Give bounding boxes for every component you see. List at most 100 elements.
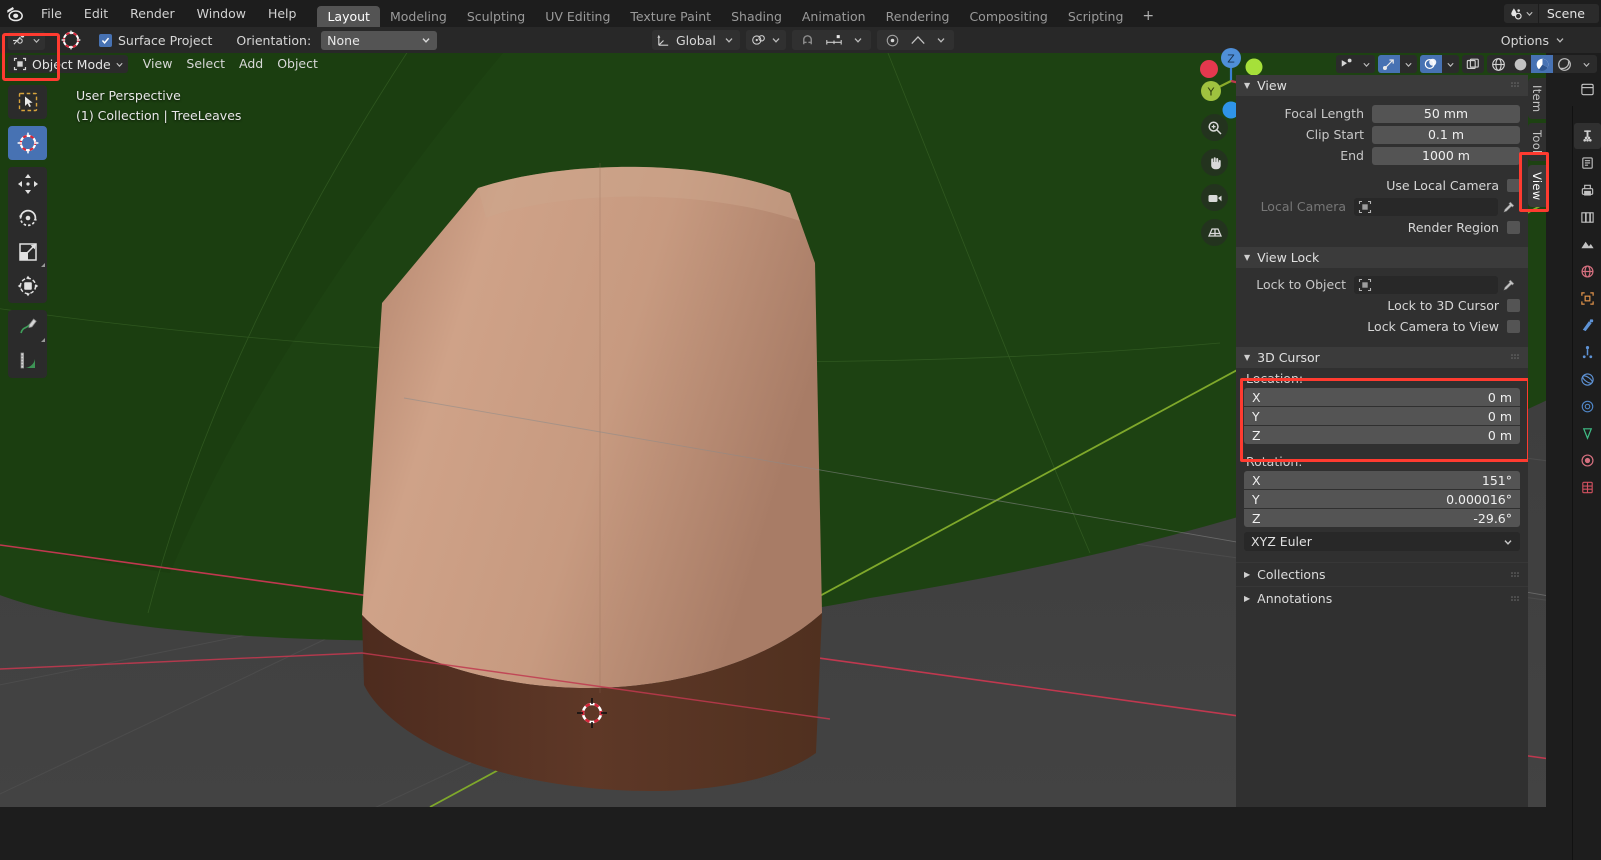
tool-settings-dropdown[interactable] xyxy=(8,30,45,50)
view-layer-properties-tab[interactable] xyxy=(1574,204,1601,230)
chevron-down-icon[interactable] xyxy=(1358,55,1375,73)
particle-properties-tab[interactable] xyxy=(1574,339,1601,365)
modifier-properties-tab[interactable] xyxy=(1574,312,1601,338)
scene-properties-tab[interactable] xyxy=(1574,231,1601,257)
lock-to-3d-cursor-row[interactable]: Lock to 3D Cursor xyxy=(1244,296,1520,315)
shading-mode-group[interactable] xyxy=(1487,55,1597,73)
lock-to-object-row[interactable]: Lock to Object xyxy=(1244,275,1520,294)
annotate-tool[interactable] xyxy=(8,310,47,344)
viewport-menu-add[interactable]: Add xyxy=(232,55,270,73)
tool-properties-tab[interactable] xyxy=(1573,123,1601,149)
proportional-objects-icon[interactable] xyxy=(880,30,905,50)
blender-logo-icon[interactable] xyxy=(0,0,30,27)
workspace-tab-sculpting[interactable]: Sculpting xyxy=(457,6,535,27)
toggle-perspective-icon[interactable] xyxy=(1201,219,1228,246)
focal-length-row[interactable]: Focal Length 50 mm xyxy=(1244,104,1520,123)
viewport-toolbar[interactable] xyxy=(8,85,47,385)
snapping-group[interactable] xyxy=(791,30,871,50)
scene-icon-box[interactable] xyxy=(1503,4,1538,23)
drag-grip-icon[interactable] xyxy=(1511,596,1520,603)
lock-to-object-field[interactable] xyxy=(1354,275,1498,294)
sidebar-section-view[interactable]: ▼ View xyxy=(1236,75,1528,96)
rotate-tool[interactable] xyxy=(8,201,47,235)
clip-start-field[interactable]: 0.1 m xyxy=(1372,125,1520,144)
properties-editor-tabs[interactable] xyxy=(1546,53,1601,860)
orientation-select[interactable]: None xyxy=(321,30,438,50)
world-properties-tab[interactable] xyxy=(1574,258,1601,284)
snap-magnet-icon[interactable] xyxy=(795,30,820,50)
rendered-shading-icon[interactable] xyxy=(1553,55,1575,73)
scene-name-field[interactable]: Scene xyxy=(1538,4,1599,23)
surface-project-checkbox[interactable] xyxy=(99,33,112,47)
workspace-tab-uv-editing[interactable]: UV Editing xyxy=(535,6,620,27)
focal-length-field[interactable]: 50 mm xyxy=(1372,104,1520,123)
cursor-rotation-y-field[interactable]: Y 0.000016° xyxy=(1244,490,1520,508)
sidebar-tabs[interactable]: Item Tool View xyxy=(1528,78,1546,211)
sidebar-tab-tool[interactable]: Tool xyxy=(1528,123,1546,161)
viewport-menu-view[interactable]: View xyxy=(136,55,180,73)
menu-window[interactable]: Window xyxy=(186,0,257,27)
workspace-tab-animation[interactable]: Animation xyxy=(792,6,876,27)
gizmo-dropdown-group[interactable] xyxy=(1378,55,1417,73)
mode-selector[interactable]: Object Mode xyxy=(8,55,128,73)
rotation-mode-dropdown[interactable]: XYZ Euler xyxy=(1244,532,1520,551)
snap-increment-icon[interactable] xyxy=(820,30,848,50)
menu-help[interactable]: Help xyxy=(257,0,308,27)
gizmo-icon[interactable] xyxy=(1378,55,1400,73)
falloff-smooth-icon[interactable] xyxy=(905,30,931,50)
clip-end-row[interactable]: End 1000 m xyxy=(1244,146,1520,165)
texture-properties-tab[interactable] xyxy=(1574,474,1601,500)
local-camera-field[interactable] xyxy=(1354,197,1498,216)
transform-orientation-select[interactable]: Global xyxy=(652,30,740,50)
camera-view-icon[interactable] xyxy=(1201,184,1228,211)
wireframe-shading-icon[interactable] xyxy=(1487,55,1509,73)
pan-hand-icon[interactable] xyxy=(1201,149,1228,176)
cursor-rotation-x-field[interactable]: X 151° xyxy=(1244,471,1520,489)
workspace-tab-rendering[interactable]: Rendering xyxy=(876,6,960,27)
menu-file[interactable]: File xyxy=(30,0,73,27)
workspace-tab-layout[interactable]: Layout xyxy=(317,6,380,27)
lock-to-object-eyedropper[interactable] xyxy=(1498,278,1520,292)
editor-type-icon[interactable] xyxy=(1574,76,1601,102)
viewport-nav-buttons[interactable] xyxy=(1201,114,1228,246)
sidebar-tab-item[interactable]: Item xyxy=(1528,78,1546,120)
scene-selector[interactable]: Scene xyxy=(1503,4,1599,23)
add-workspace-button[interactable]: + xyxy=(1133,6,1163,27)
chevron-down-icon[interactable] xyxy=(931,30,951,50)
proportional-edit-group[interactable] xyxy=(745,30,786,50)
cursor-tool[interactable] xyxy=(8,126,47,160)
use-local-camera-checkbox[interactable] xyxy=(1507,179,1520,192)
chevron-down-icon[interactable] xyxy=(848,30,868,50)
material-properties-tab[interactable] xyxy=(1574,447,1601,473)
options-button[interactable]: Options xyxy=(1495,31,1571,50)
surface-project-toggle[interactable]: Surface Project xyxy=(99,33,212,48)
zoom-in-icon[interactable] xyxy=(1201,114,1228,141)
cursor-location-x-field[interactable]: X 0 m xyxy=(1244,388,1520,406)
cursor-location-z-field[interactable]: Z 0 m xyxy=(1244,426,1520,444)
sidebar-section-collections[interactable]: ▶ Collections xyxy=(1236,562,1528,586)
viewport-menu-object[interactable]: Object xyxy=(270,55,325,73)
workspace-tab-modeling[interactable]: Modeling xyxy=(380,6,457,27)
cursor-rotation-z-field[interactable]: Z -29.6° xyxy=(1244,509,1520,527)
overlays-dropdown-group[interactable] xyxy=(1420,55,1459,73)
object-data-properties-tab[interactable] xyxy=(1574,420,1601,446)
use-local-camera-row[interactable]: Use Local Camera xyxy=(1244,176,1520,195)
local-camera-eyedropper[interactable] xyxy=(1498,200,1520,214)
menu-render[interactable]: Render xyxy=(119,0,186,27)
render-region-checkbox[interactable] xyxy=(1507,221,1520,234)
drag-grip-icon[interactable] xyxy=(1511,354,1520,361)
viewport-menu-select[interactable]: Select xyxy=(179,55,232,73)
chevron-down-icon[interactable] xyxy=(1400,55,1417,73)
sidebar-section-view-lock[interactable]: ▼ View Lock xyxy=(1236,247,1528,268)
material-preview-shading-icon[interactable] xyxy=(1531,55,1553,73)
lock-camera-to-view-row[interactable]: Lock Camera to View xyxy=(1244,317,1520,336)
scale-tool[interactable] xyxy=(8,235,47,269)
render-region-row[interactable]: Render Region xyxy=(1244,218,1520,237)
solid-shading-icon[interactable] xyxy=(1509,55,1531,73)
lock-to-3d-cursor-checkbox[interactable] xyxy=(1507,299,1520,312)
cursor-location-y-field[interactable]: Y 0 m xyxy=(1244,407,1520,425)
overlays-icon[interactable] xyxy=(1420,55,1442,73)
workspace-tab-texture-paint[interactable]: Texture Paint xyxy=(620,6,721,27)
measure-tool[interactable] xyxy=(8,344,47,378)
lock-camera-to-view-checkbox[interactable] xyxy=(1507,320,1520,333)
